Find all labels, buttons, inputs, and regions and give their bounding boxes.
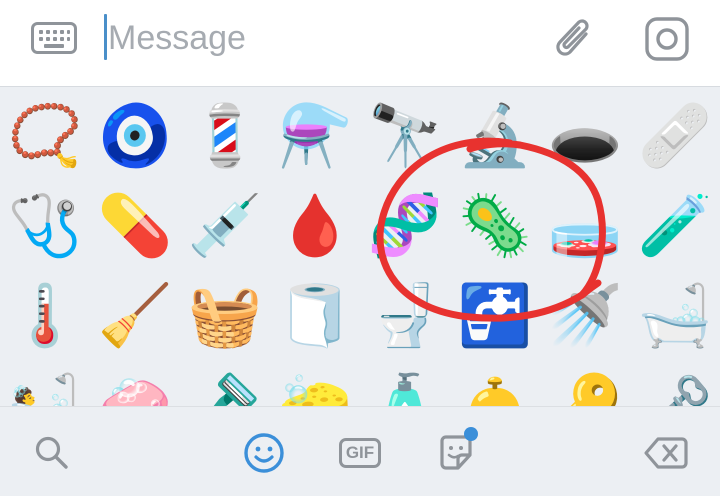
emoji-key[interactable]: 🔭 <box>360 91 450 181</box>
emoji-key[interactable]: 🧪 <box>630 181 720 271</box>
emoji-key[interactable]: 🧬 <box>360 181 450 271</box>
emoji-glyph: 🦠 <box>457 191 533 261</box>
emoji-glyph: 📿 <box>7 101 83 171</box>
emoji-glyph: 🩺 <box>7 191 83 261</box>
emoji-glyph: 🪒 <box>187 371 263 406</box>
emoji-glyph: 🔭 <box>367 101 443 171</box>
emoji-glyph: 🗝️ <box>637 371 713 406</box>
message-bar <box>0 0 720 87</box>
emoji-key[interactable]: 🛀 <box>0 361 90 406</box>
emoji-key[interactable]: 🚽 <box>360 271 450 361</box>
backspace-icon <box>644 437 688 469</box>
emoji-key[interactable]: 🧹 <box>90 271 180 361</box>
emoji-key[interactable]: 🧿 <box>90 91 180 181</box>
paperclip-icon[interactable] <box>552 14 598 64</box>
text-caret <box>104 14 107 60</box>
emoji-key[interactable]: 🛎️ <box>450 361 540 406</box>
emoji-glyph: 🌡️ <box>7 281 83 351</box>
search-icon <box>35 436 68 469</box>
emoji-glyph: 🛁 <box>637 281 713 351</box>
emoji-glyph: 💊 <box>97 191 173 261</box>
emoji-key[interactable]: 🕳️ <box>540 91 630 181</box>
search-button[interactable] <box>28 429 76 477</box>
emoji-glyph: 🧬 <box>367 191 443 261</box>
emoji-bottom-bar: GIF <box>0 406 720 496</box>
emoji-key[interactable]: 🧼 <box>90 361 180 406</box>
emoji-glyph: 🚿 <box>547 281 623 351</box>
camera-icon[interactable] <box>642 14 692 64</box>
emoji-panel: 📿 🧿 💈 ⚗️ 🔭 🔬 🕳️ 🩹 🩺 💊 💉 🩸 🧬 🦠 🧫 🧪 🌡️ 🧹 🧺 🧻 🚽 🚰 🚿 🛁 🛀 🧼 🪒 🧽 🧴 🛎️ 🔑 🗝️ <box>0 87 720 406</box>
emoji-glyph: 🧼 <box>97 371 173 406</box>
emoji-glyph: 🚽 <box>367 281 443 351</box>
emoji-glyph: 🧹 <box>97 281 173 351</box>
emoji-key[interactable]: 🗝️ <box>630 361 720 406</box>
emoji-key[interactable]: 🩹 <box>630 91 720 181</box>
emoji-key[interactable]: 🧺 <box>180 271 270 361</box>
emoji-key[interactable]: 🪒 <box>180 361 270 406</box>
emoji-glyph: 💉 <box>187 191 263 261</box>
sticker-tab-button[interactable] <box>432 427 480 477</box>
emoji-key[interactable]: 🧴 <box>360 361 450 406</box>
emoji-glyph: 🔑 <box>547 371 623 406</box>
emoji-key[interactable]: 💉 <box>180 181 270 271</box>
emoji-glyph: 🧻 <box>277 281 353 351</box>
emoji-key[interactable]: 🩺 <box>0 181 90 271</box>
emoji-glyph: 🛀 <box>7 371 83 406</box>
emoji-key[interactable]: ⚗️ <box>270 91 360 181</box>
emoji-key[interactable]: 📿 <box>0 91 90 181</box>
emoji-key[interactable]: 💊 <box>90 181 180 271</box>
emoji-key[interactable]: 🔑 <box>540 361 630 406</box>
emoji-glyph: 🚰 <box>457 281 533 351</box>
message-input[interactable] <box>108 14 528 62</box>
smiley-icon <box>244 433 284 473</box>
emoji-key[interactable]: 🧽 <box>270 361 360 406</box>
gif-label: GIF <box>339 438 381 468</box>
emoji-key[interactable]: 🚿 <box>540 271 630 361</box>
emoji-glyph: 🔬 <box>457 101 533 171</box>
emoji-glyph: 🧺 <box>187 281 263 351</box>
emoji-glyph: ⚗️ <box>277 101 353 171</box>
keyboard-icon[interactable] <box>31 22 77 54</box>
backspace-button[interactable] <box>642 429 690 477</box>
emoji-glyph: 🩸 <box>277 191 353 261</box>
emoji-glyph: 🧿 <box>97 101 173 171</box>
emoji-key[interactable]: 🌡️ <box>0 271 90 361</box>
emoji-key[interactable]: 🚰 <box>450 271 540 361</box>
emoji-key[interactable]: 🔬 <box>450 91 540 181</box>
emoji-glyph: 🛎️ <box>457 371 533 406</box>
emoji-glyph: 🧽 <box>277 371 353 406</box>
emoji-glyph: 🧫 <box>547 191 623 261</box>
emoji-key[interactable]: 🛁 <box>630 271 720 361</box>
new-badge-dot <box>464 427 478 441</box>
emoji-glyph: 🕳️ <box>547 101 623 171</box>
emoji-key[interactable]: 🧻 <box>270 271 360 361</box>
emoji-glyph: 💈 <box>187 101 263 171</box>
emoji-key[interactable]: 🧫 <box>540 181 630 271</box>
emoji-glyph: 🩹 <box>637 101 713 171</box>
gif-tab-button[interactable]: GIF <box>336 429 384 477</box>
emoji-key[interactable]: 🦠 <box>450 181 540 271</box>
emoji-glyph: 🧴 <box>367 371 443 406</box>
emoji-glyph: 🧪 <box>637 191 713 261</box>
emoji-key[interactable]: 🩸 <box>270 181 360 271</box>
emoji-tab-button[interactable] <box>240 429 288 477</box>
emoji-key[interactable]: 💈 <box>180 91 270 181</box>
